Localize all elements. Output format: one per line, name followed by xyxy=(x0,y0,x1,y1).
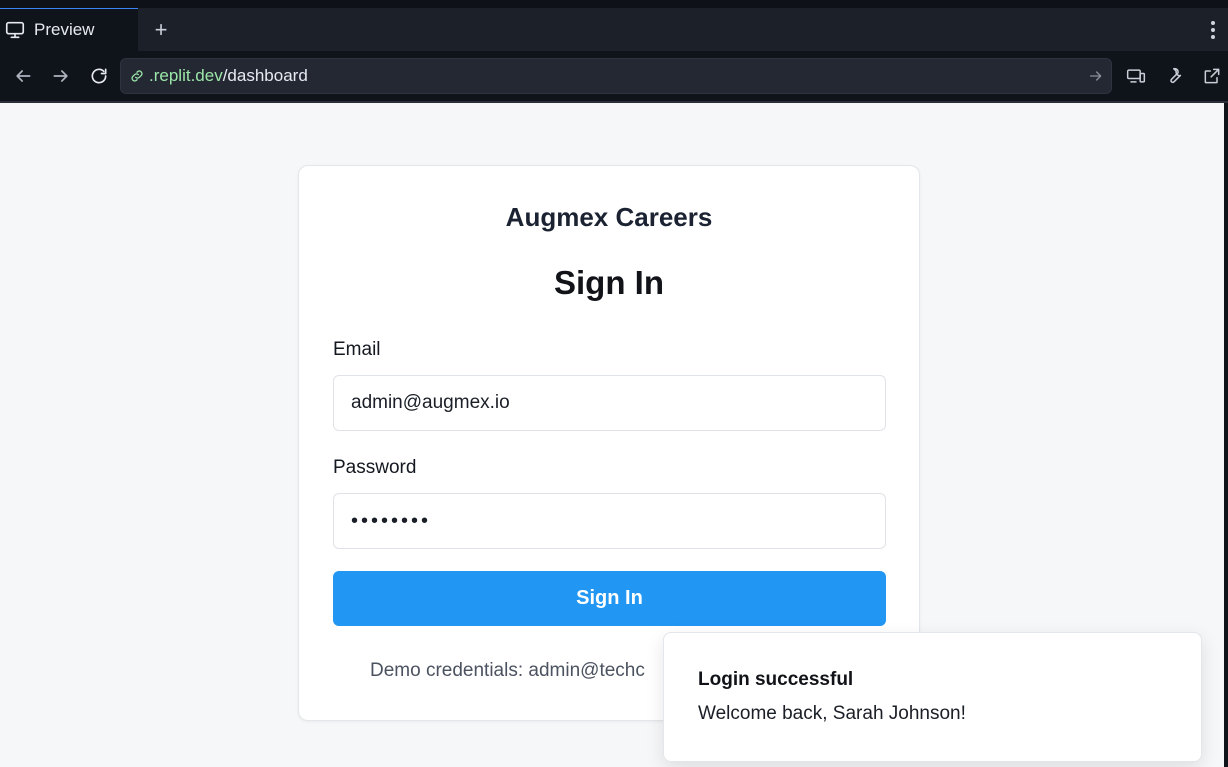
kebab-menu-icon xyxy=(1211,20,1215,39)
go-arrow-icon xyxy=(1090,71,1102,81)
link-icon xyxy=(131,70,143,82)
tab-bar-spacer xyxy=(184,8,1198,51)
back-arrow-icon xyxy=(16,70,31,82)
window-right-edge xyxy=(1224,103,1228,767)
back-button[interactable] xyxy=(4,57,42,95)
forward-arrow-icon xyxy=(53,70,68,82)
url-host: .replit.dev xyxy=(149,66,223,85)
page-title: Sign In xyxy=(554,264,664,301)
wrench-icon xyxy=(1170,67,1182,84)
device-preview-button[interactable] xyxy=(1120,57,1152,95)
email-value: admin@augmex.io xyxy=(351,392,510,413)
new-tab-button[interactable]: + xyxy=(138,8,184,51)
monitor-icon xyxy=(5,21,25,39)
chrome-divider xyxy=(0,101,1228,103)
sign-in-label: Sign In xyxy=(576,587,643,609)
plus-icon: + xyxy=(154,16,168,42)
password-field[interactable]: •••••••• xyxy=(333,493,886,549)
url-field[interactable]: .replit.dev/dashboard xyxy=(120,58,1112,94)
devices-icon xyxy=(1126,69,1146,83)
external-link-icon xyxy=(1204,68,1220,84)
reload-button[interactable] xyxy=(80,57,118,95)
toast-title: Login successful xyxy=(698,669,854,690)
sign-in-button[interactable]: Sign In xyxy=(333,571,886,626)
reload-icon xyxy=(91,68,107,84)
devtools-button[interactable] xyxy=(1158,57,1190,95)
brand-title: Augmex Careers xyxy=(505,202,713,232)
more-options-button[interactable] xyxy=(1198,8,1228,51)
email-label: Email xyxy=(333,339,381,360)
window-top-strip xyxy=(0,0,1228,8)
password-value: •••••••• xyxy=(351,509,432,532)
email-field[interactable]: admin@augmex.io xyxy=(333,375,886,431)
tab-bar: Preview + xyxy=(0,8,1228,51)
forward-button[interactable] xyxy=(42,57,80,95)
open-new-window-button[interactable] xyxy=(1196,57,1228,95)
demo-credentials: Demo credentials: admin@techc xyxy=(370,660,645,681)
toast-notification[interactable]: Login successful Welcome back, Sarah Joh… xyxy=(663,632,1202,762)
toolbar-tools xyxy=(1120,57,1228,95)
tab-preview[interactable]: Preview xyxy=(0,8,138,51)
password-label: Password xyxy=(333,457,417,478)
toast-message: Welcome back, Sarah Johnson! xyxy=(698,703,966,724)
tab-label: Preview xyxy=(34,20,95,39)
address-bar: .replit.dev/dashboard xyxy=(0,51,1228,101)
url-path: /dashboard xyxy=(222,66,308,85)
go-button[interactable] xyxy=(1081,68,1111,84)
